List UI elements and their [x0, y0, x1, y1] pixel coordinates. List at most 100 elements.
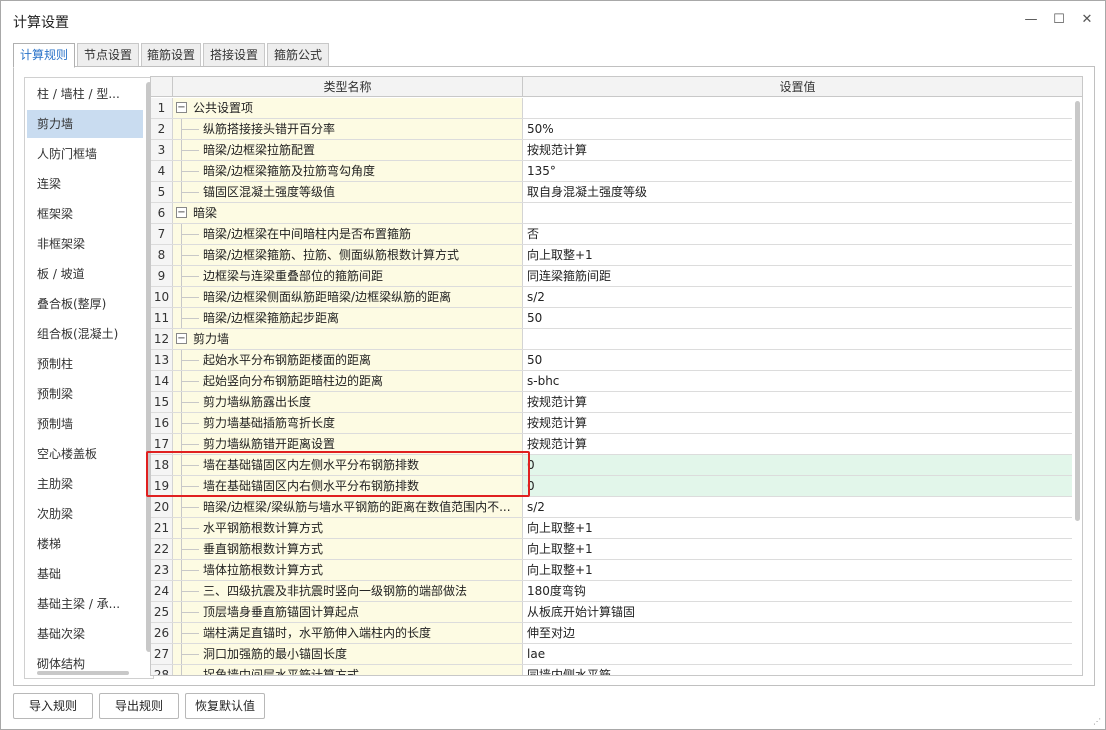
- table-row[interactable]: 3 暗梁/边框梁拉筋配置 按规范计算: [151, 140, 1072, 161]
- sidebar-horizontal-scrollbar[interactable]: [37, 671, 129, 675]
- setting-value-cell[interactable]: 180度弯钩: [523, 581, 1072, 601]
- setting-value-cell[interactable]: 按规范计算: [523, 140, 1072, 160]
- table-row[interactable]: 17 剪力墙纵筋错开距离设置 按规范计算: [151, 434, 1072, 455]
- setting-value-cell[interactable]: s/2: [523, 287, 1072, 307]
- sidebar-item-combined-slab[interactable]: 组合板(混凝土): [27, 320, 143, 348]
- setting-value-cell: [523, 98, 1072, 118]
- grid-group-row[interactable]: 6− 暗梁: [151, 203, 1072, 224]
- grid-group-row[interactable]: 1− 公共设置项: [151, 98, 1072, 119]
- setting-value-cell[interactable]: 0: [523, 476, 1072, 496]
- table-row[interactable]: 18 墙在基础锚固区内左侧水平分布钢筋排数 0: [151, 455, 1072, 476]
- table-row[interactable]: 23 墙体拉筋根数计算方式 向上取整+1: [151, 560, 1072, 581]
- sidebar-item-foundation-secondary-beam[interactable]: 基础次梁: [27, 620, 143, 648]
- setting-value-cell[interactable]: 50%: [523, 119, 1072, 139]
- table-row[interactable]: 15 剪力墙纵筋露出长度 按规范计算: [151, 392, 1072, 413]
- table-row[interactable]: 7 暗梁/边框梁在中间暗柱内是否布置箍筋 否: [151, 224, 1072, 245]
- setting-value-cell[interactable]: 向上取整+1: [523, 245, 1072, 265]
- resize-grip-icon[interactable]: ⋰: [1093, 717, 1103, 727]
- collapse-icon[interactable]: −: [176, 333, 187, 344]
- setting-value-cell[interactable]: 取自身混凝土强度等级: [523, 182, 1072, 202]
- sidebar-item-column[interactable]: 柱 / 墙柱 / 型...: [27, 80, 143, 108]
- setting-value-cell[interactable]: 按规范计算: [523, 413, 1072, 433]
- grid-group-row[interactable]: 12− 剪力墙: [151, 329, 1072, 350]
- header-setting-value[interactable]: 设置值: [523, 77, 1072, 97]
- tab-stirrup-settings[interactable]: 箍筋设置: [141, 43, 201, 67]
- sidebar-item-stairs[interactable]: 楼梯: [27, 530, 143, 558]
- table-row[interactable]: 27 洞口加强筋的最小锚固长度 lae: [151, 644, 1072, 665]
- sidebar-item-foundation[interactable]: 基础: [27, 560, 143, 588]
- setting-value-cell[interactable]: 向上取整+1: [523, 560, 1072, 580]
- tab-stirrup-formula[interactable]: 箍筋公式: [267, 43, 329, 67]
- setting-value-cell[interactable]: s-bhc: [523, 371, 1072, 391]
- sidebar-item-secondary-rib-beam[interactable]: 次肋梁: [27, 500, 143, 528]
- row-number: 9: [151, 266, 173, 286]
- sidebar-item-precast-beam[interactable]: 预制梁: [27, 380, 143, 408]
- table-row[interactable]: 20 暗梁/边框梁/梁纵筋与墙水平钢筋的距离在数值范围内不... s/2: [151, 497, 1072, 518]
- calc-settings-window: 计算设置 — ☐ ✕ 计算规则 节点设置 箍筋设置 搭接设置 箍筋公式 柱 / …: [0, 0, 1106, 730]
- sidebar-item-frame-beam[interactable]: 框架梁: [27, 200, 143, 228]
- sidebar-item-civil-defense-door-wall[interactable]: 人防门框墙: [27, 140, 143, 168]
- setting-value-cell[interactable]: 按规范计算: [523, 434, 1072, 454]
- sidebar-item-shear-wall[interactable]: 剪力墙: [27, 110, 143, 138]
- table-row[interactable]: 16 剪力墙基础插筋弯折长度 按规范计算: [151, 413, 1072, 434]
- table-row[interactable]: 14 起始竖向分布钢筋距暗柱边的距离 s-bhc: [151, 371, 1072, 392]
- table-row[interactable]: 13 起始水平分布钢筋距楼面的距离 50: [151, 350, 1072, 371]
- tab-node-settings[interactable]: 节点设置: [77, 43, 139, 67]
- table-row[interactable]: 5 锚固区混凝土强度等级值 取自身混凝土强度等级: [151, 182, 1072, 203]
- setting-value-cell[interactable]: 向上取整+1: [523, 518, 1072, 538]
- table-row[interactable]: 11 暗梁/边框梁箍筋起步距离 50: [151, 308, 1072, 329]
- tab-lap-settings[interactable]: 搭接设置: [203, 43, 265, 67]
- setting-value-cell[interactable]: 50: [523, 350, 1072, 370]
- table-row[interactable]: 8 暗梁/边框梁箍筋、拉筋、侧面纵筋根数计算方式 向上取整+1: [151, 245, 1072, 266]
- setting-value-cell[interactable]: 0: [523, 455, 1072, 475]
- export-rules-button[interactable]: 导出规则: [99, 693, 179, 719]
- row-number: 4: [151, 161, 173, 181]
- minimize-icon[interactable]: —: [1022, 11, 1040, 29]
- grid-scrollbar[interactable]: [1075, 101, 1080, 521]
- table-row[interactable]: 2 纵筋搭接接头错开百分率 50%: [151, 119, 1072, 140]
- setting-value-cell[interactable]: 同连梁箍筋间距: [523, 266, 1072, 286]
- setting-value-cell[interactable]: 伸至对边: [523, 623, 1072, 643]
- sidebar-item-composite-slab[interactable]: 叠合板(整厚): [27, 290, 143, 318]
- sidebar-item-precast-wall[interactable]: 预制墙: [27, 410, 143, 438]
- sidebar-item-non-frame-beam[interactable]: 非框架梁: [27, 230, 143, 258]
- sidebar-item-coupling-beam[interactable]: 连梁: [27, 170, 143, 198]
- tab-calc-rules[interactable]: 计算规则: [13, 43, 75, 68]
- sidebar-item-hollow-floor[interactable]: 空心楼盖板: [27, 440, 143, 468]
- sidebar-item-main-rib-beam[interactable]: 主肋梁: [27, 470, 143, 498]
- setting-value-cell[interactable]: 否: [523, 224, 1072, 244]
- type-name-cell: 洞口加强筋的最小锚固长度: [173, 644, 523, 664]
- title-bar[interactable]: 计算设置 — ☐ ✕: [1, 1, 1105, 39]
- collapse-icon[interactable]: −: [176, 207, 187, 218]
- table-row[interactable]: 24 三、四级抗震及非抗震时竖向一级钢筋的端部做法 180度弯钩: [151, 581, 1072, 602]
- table-row[interactable]: 26 端柱满足直锚时，水平筋伸入端柱内的长度 伸至对边: [151, 623, 1072, 644]
- setting-value-cell[interactable]: 按规范计算: [523, 392, 1072, 412]
- table-row[interactable]: 10 暗梁/边框梁侧面纵筋距暗梁/边框梁纵筋的距离 s/2: [151, 287, 1072, 308]
- maximize-icon[interactable]: ☐: [1050, 11, 1068, 29]
- table-row[interactable]: 4 暗梁/边框梁箍筋及拉筋弯勾角度 135°: [151, 161, 1072, 182]
- sidebar-item-precast-column[interactable]: 预制柱: [27, 350, 143, 378]
- tree-branch: [181, 129, 199, 130]
- setting-name: 暗梁/边框梁在中间暗柱内是否布置箍筋: [203, 227, 412, 241]
- table-row[interactable]: 19 墙在基础锚固区内右侧水平分布钢筋排数 0: [151, 476, 1072, 497]
- setting-value-cell[interactable]: s/2: [523, 497, 1072, 517]
- setting-value-cell[interactable]: 50: [523, 308, 1072, 328]
- close-icon[interactable]: ✕: [1078, 11, 1096, 29]
- table-row[interactable]: 9 边框梁与连梁重叠部位的箍筋间距 同连梁箍筋间距: [151, 266, 1072, 287]
- restore-defaults-button[interactable]: 恢复默认值: [185, 693, 265, 719]
- setting-name: 三、四级抗震及非抗震时竖向一级钢筋的端部做法: [203, 584, 468, 598]
- header-type-name[interactable]: 类型名称: [173, 77, 523, 97]
- setting-value-cell[interactable]: lae: [523, 644, 1072, 664]
- sidebar-item-slab-ramp[interactable]: 板 / 坡道: [27, 260, 143, 288]
- setting-value-cell[interactable]: 向上取整+1: [523, 539, 1072, 559]
- setting-value-cell[interactable]: 从板底开始计算锚固: [523, 602, 1072, 622]
- sidebar-item-foundation-main-beam[interactable]: 基础主梁 / 承...: [27, 590, 143, 618]
- setting-value-cell[interactable]: 同墙内侧水平筋: [523, 665, 1072, 675]
- table-row[interactable]: 25 顶层墙身垂直筋锚固计算起点 从板底开始计算锚固: [151, 602, 1072, 623]
- setting-value-cell[interactable]: 135°: [523, 161, 1072, 181]
- import-rules-button[interactable]: 导入规则: [13, 693, 93, 719]
- collapse-icon[interactable]: −: [176, 102, 187, 113]
- table-row[interactable]: 28 拐角墙中间层水平筋计算方式 同墙内侧水平筋: [151, 665, 1072, 675]
- table-row[interactable]: 22 垂直钢筋根数计算方式 向上取整+1: [151, 539, 1072, 560]
- table-row[interactable]: 21 水平钢筋根数计算方式 向上取整+1: [151, 518, 1072, 539]
